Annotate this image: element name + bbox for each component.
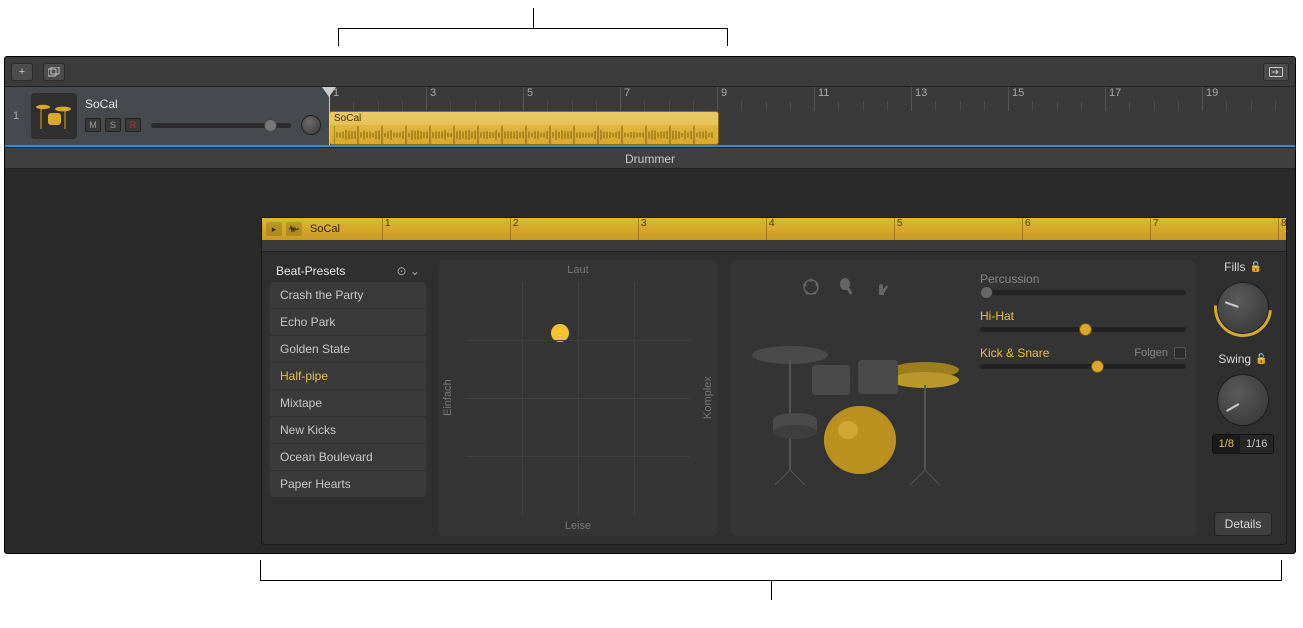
track-instrument-icon[interactable]	[31, 93, 77, 139]
fills-label: Fills	[1224, 260, 1245, 274]
ruler-tick: 5	[523, 87, 533, 111]
ruler-tick: 9	[717, 87, 727, 111]
preset-item[interactable]: Crash the Party	[270, 282, 426, 309]
swing-knob[interactable]	[1217, 374, 1269, 426]
hihat-slider[interactable]	[980, 327, 1186, 332]
mute-button[interactable]: M	[85, 118, 101, 132]
ruler-tick: 19	[1202, 87, 1218, 111]
percussion-label: Percussion	[980, 272, 1039, 286]
presets-menu-button[interactable]: ⊙ ⌄	[397, 264, 420, 278]
editor-ruler-tick: 5	[894, 218, 903, 240]
editor-ruler-tick: 6	[1022, 218, 1031, 240]
ruler-tick: 15	[1008, 87, 1024, 111]
catch-playhead-button[interactable]	[1263, 63, 1289, 81]
editor-subruler	[262, 240, 1286, 252]
drum-kit-graphic	[740, 310, 970, 490]
fills-knob[interactable]	[1217, 282, 1269, 334]
follow-toggle[interactable]: Folgen	[1134, 347, 1186, 359]
tambourine-icon[interactable]	[800, 276, 822, 298]
swing-label: Swing	[1218, 352, 1251, 366]
track-name: SoCal	[85, 97, 321, 111]
editor-ruler-tick: 4	[766, 218, 775, 240]
bar-ruler[interactable]: 135791113151719	[329, 87, 1295, 111]
playhead-line	[329, 95, 330, 145]
callout-bracket-top	[338, 8, 728, 46]
swing-1-16[interactable]: 1/16	[1240, 435, 1273, 453]
daw-window: + 1 SoCal M	[4, 56, 1296, 554]
editor-view-button[interactable]	[286, 222, 302, 236]
pan-knob[interactable]	[301, 115, 321, 135]
xy-label-right: Komplex	[698, 260, 718, 536]
editor-pane-title: Drummer	[5, 147, 1295, 169]
editor-ruler-tick: 3	[638, 218, 647, 240]
editor-ruler[interactable]: ▸ SoCal 1 2 3 4 5 6 7 8	[262, 218, 1286, 240]
editor-region-name: SoCal	[310, 223, 340, 235]
drummer-region[interactable]: SoCal	[329, 111, 719, 145]
editor-ruler-tick: 1	[382, 218, 391, 240]
editor-ruler-tick: 7	[1150, 218, 1159, 240]
duplicate-icon	[48, 67, 60, 77]
ruler-tick: 11	[814, 87, 829, 111]
plus-icon: +	[19, 66, 25, 78]
tracks-toolbar: +	[5, 57, 1295, 87]
xy-label-bottom: Leise	[458, 520, 698, 532]
presets-title: Beat-Presets	[276, 264, 345, 278]
editor-play-button[interactable]: ▸	[266, 222, 282, 236]
callout-bracket-bottom	[260, 560, 1282, 600]
handclap-icon[interactable]	[872, 276, 894, 298]
ruler-tick: 3	[426, 87, 436, 111]
arrange-area[interactable]: 135791113151719 SoCal	[329, 87, 1295, 145]
follow-checkbox[interactable]	[1174, 347, 1186, 359]
editor-ruler-tick: 8	[1278, 218, 1286, 240]
kicksnare-slider-row: Kick & Snare Folgen	[980, 346, 1186, 369]
hihat-label: Hi-Hat	[980, 309, 1014, 323]
add-track-button[interactable]: +	[11, 63, 33, 81]
waveform-small-icon	[289, 225, 299, 233]
preset-item[interactable]: Half-pipe	[270, 363, 426, 390]
arrow-box-icon	[1269, 67, 1283, 77]
track-header[interactable]: 1 SoCal M S R	[5, 87, 329, 145]
record-enable-button[interactable]: R	[125, 118, 141, 132]
swing-1-8[interactable]: 1/8	[1213, 435, 1240, 453]
playhead-icon[interactable]	[322, 87, 336, 97]
preset-item[interactable]: New Kicks	[270, 417, 426, 444]
preset-item[interactable]: Echo Park	[270, 309, 426, 336]
preset-item[interactable]: Ocean Boulevard	[270, 444, 426, 471]
kicksnare-label: Kick & Snare	[980, 346, 1049, 360]
knob-column: Fills 🔓 Swing 🔓 1/8 1/16 Details	[1208, 260, 1278, 536]
ruler-tick: 7	[620, 87, 630, 111]
preset-item[interactable]: Paper Hearts	[270, 471, 426, 497]
preset-item[interactable]: Mixtape	[270, 390, 426, 417]
solo-button[interactable]: S	[105, 118, 121, 132]
waveform-icon	[334, 125, 714, 145]
kit-panel: Percussion Hi-Hat Kick & Snare Folgen	[730, 260, 1196, 536]
ruler-tick: 17	[1105, 87, 1121, 111]
preset-list: Crash the PartyEcho ParkGolden StateHalf…	[270, 282, 426, 497]
track-number: 1	[13, 110, 23, 122]
tracks-area: 1 SoCal M S R	[5, 87, 1295, 147]
ruler-tick: 13	[911, 87, 927, 111]
drum-kit-icon	[35, 99, 73, 133]
drummer-editor: ▸ SoCal 1 2 3 4 5 6 7 8 Beat-Presets ⊙ ⌄ Crash …	[261, 217, 1287, 545]
shaker-icon[interactable]	[836, 276, 858, 298]
swing-resolution-toggle[interactable]: 1/8 1/16	[1212, 434, 1275, 454]
unlock-icon[interactable]: 🔓	[1255, 354, 1267, 365]
region-name: SoCal	[330, 112, 718, 125]
volume-slider[interactable]	[151, 123, 291, 128]
hihat-slider-row: Hi-Hat	[980, 309, 1186, 332]
percussion-slider-row: Percussion	[980, 272, 1186, 295]
xy-pad[interactable]: Einfach Laut Leise Komplex	[438, 260, 718, 536]
beat-presets-panel: Beat-Presets ⊙ ⌄ Crash the PartyEcho Par…	[270, 260, 426, 536]
unlock-icon[interactable]: 🔓	[1249, 262, 1261, 273]
kicksnare-slider[interactable]	[980, 364, 1186, 369]
preset-item[interactable]: Golden State	[270, 336, 426, 363]
duplicate-track-button[interactable]	[43, 63, 65, 81]
xy-label-top: Laut	[458, 264, 698, 276]
follow-label: Folgen	[1134, 347, 1168, 359]
details-button[interactable]: Details	[1214, 512, 1273, 536]
xy-label-left: Einfach	[438, 260, 458, 536]
editor-ruler-tick: 2	[510, 218, 519, 240]
drum-kit-visual[interactable]	[740, 270, 970, 526]
percussion-slider[interactable]	[980, 290, 1186, 295]
